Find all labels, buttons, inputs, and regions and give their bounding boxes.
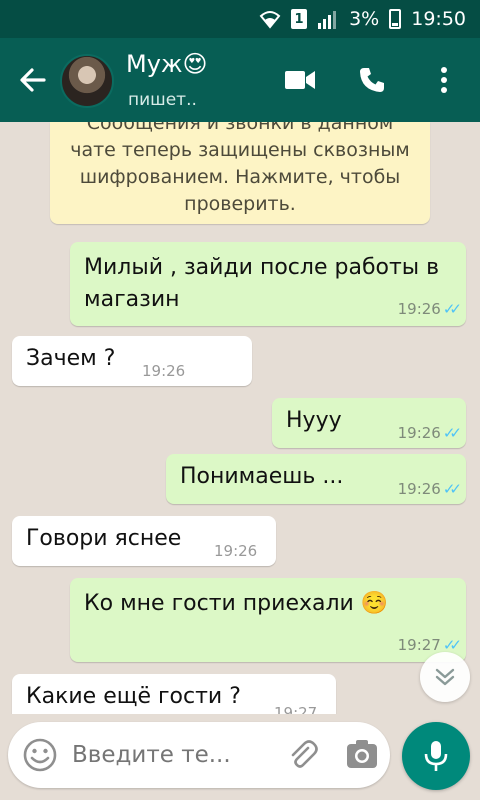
chat-header: Муж😍 пишет.. — [0, 38, 480, 122]
mic-icon — [424, 741, 448, 771]
message-time: 19:27 — [397, 636, 441, 654]
scroll-down-button[interactable] — [420, 652, 470, 702]
read-ticks-icon: ✓✓ — [442, 480, 462, 498]
battery-percent: 3% — [349, 8, 380, 30]
battery-icon — [389, 9, 402, 29]
chevron-double-down-icon — [435, 668, 455, 686]
wifi-icon — [259, 9, 281, 29]
message-time: 19:26 — [397, 300, 441, 318]
message-input[interactable] — [72, 738, 272, 772]
message-meta: 19:26 ✓✓ — [397, 480, 462, 498]
message-text: Зачем ? — [26, 346, 116, 371]
message-outgoing[interactable]: Понимаешь ... 19:26 ✓✓ — [166, 454, 466, 504]
message-time: 19:26 — [397, 424, 441, 442]
emoji-icon — [23, 738, 57, 772]
contact-emoji: 😍 — [182, 50, 208, 78]
message-meta: 19:26 ✓✓ — [397, 300, 462, 318]
read-ticks-icon: ✓✓ — [442, 424, 462, 442]
attach-button[interactable] — [286, 738, 320, 772]
camera-button[interactable] — [344, 737, 380, 773]
message-text: Понимаешь ... — [180, 464, 344, 489]
clock: 19:50 — [411, 8, 466, 30]
paperclip-icon — [291, 740, 318, 768]
contact-avatar[interactable] — [60, 54, 114, 108]
message-meta: 19:26 ✓✓ — [397, 424, 462, 442]
message-text: Ко мне гости приехали ☺️ — [84, 591, 389, 616]
signal-icon — [317, 9, 339, 29]
contact-name[interactable]: Муж😍 — [126, 50, 208, 78]
menu-button[interactable] — [424, 60, 464, 100]
message-incoming[interactable]: Зачем ? 19:26 — [12, 336, 252, 386]
message-text: Какие ещё гости ? — [26, 684, 241, 709]
message-incoming[interactable]: Какие ещё гости ? 19:27 — [12, 674, 336, 714]
encryption-notice-text: Сообщения и звонки в данном чате теперь … — [70, 122, 410, 215]
message-composer — [8, 722, 390, 788]
message-outgoing[interactable]: Милый , зайди после работы в магазин 19:… — [70, 242, 466, 326]
camera-icon — [347, 740, 377, 768]
message-outgoing[interactable]: Нууу 19:26 ✓✓ — [272, 398, 466, 448]
video-call-button[interactable] — [280, 60, 320, 100]
encryption-notice[interactable]: Сообщения и звонки в данном чате теперь … — [50, 122, 430, 224]
message-incoming[interactable]: Говори яснее 19:26 — [12, 516, 276, 566]
arrow-left-icon — [20, 68, 46, 92]
video-call-icon — [285, 71, 315, 89]
sim-indicator: 1 — [291, 9, 308, 29]
message-time: 19:27 — [274, 704, 318, 714]
message-time: 19:26 — [397, 480, 441, 498]
mic-button[interactable] — [402, 722, 470, 790]
typing-status: пишет.. — [128, 90, 197, 110]
contact-name-text: Муж — [126, 50, 183, 78]
phone-icon — [360, 68, 384, 92]
message-text: Нууу — [286, 408, 342, 433]
back-button[interactable] — [18, 58, 58, 102]
message-outgoing[interactable]: Ко мне гости приехали ☺️ 19:27 ✓✓ — [70, 578, 466, 662]
status-bar: 1 3% 19:50 — [0, 0, 480, 38]
message-time: 19:26 — [214, 542, 258, 560]
voice-call-button[interactable] — [352, 60, 392, 100]
emoji-button[interactable] — [22, 737, 58, 773]
message-time: 19:26 — [142, 362, 186, 380]
message-text: Говори яснее — [26, 526, 182, 551]
more-vert-icon — [441, 67, 447, 93]
chat-area[interactable]: Сообщения и звонки в данном чате теперь … — [0, 122, 480, 714]
read-ticks-icon: ✓✓ — [442, 300, 462, 318]
